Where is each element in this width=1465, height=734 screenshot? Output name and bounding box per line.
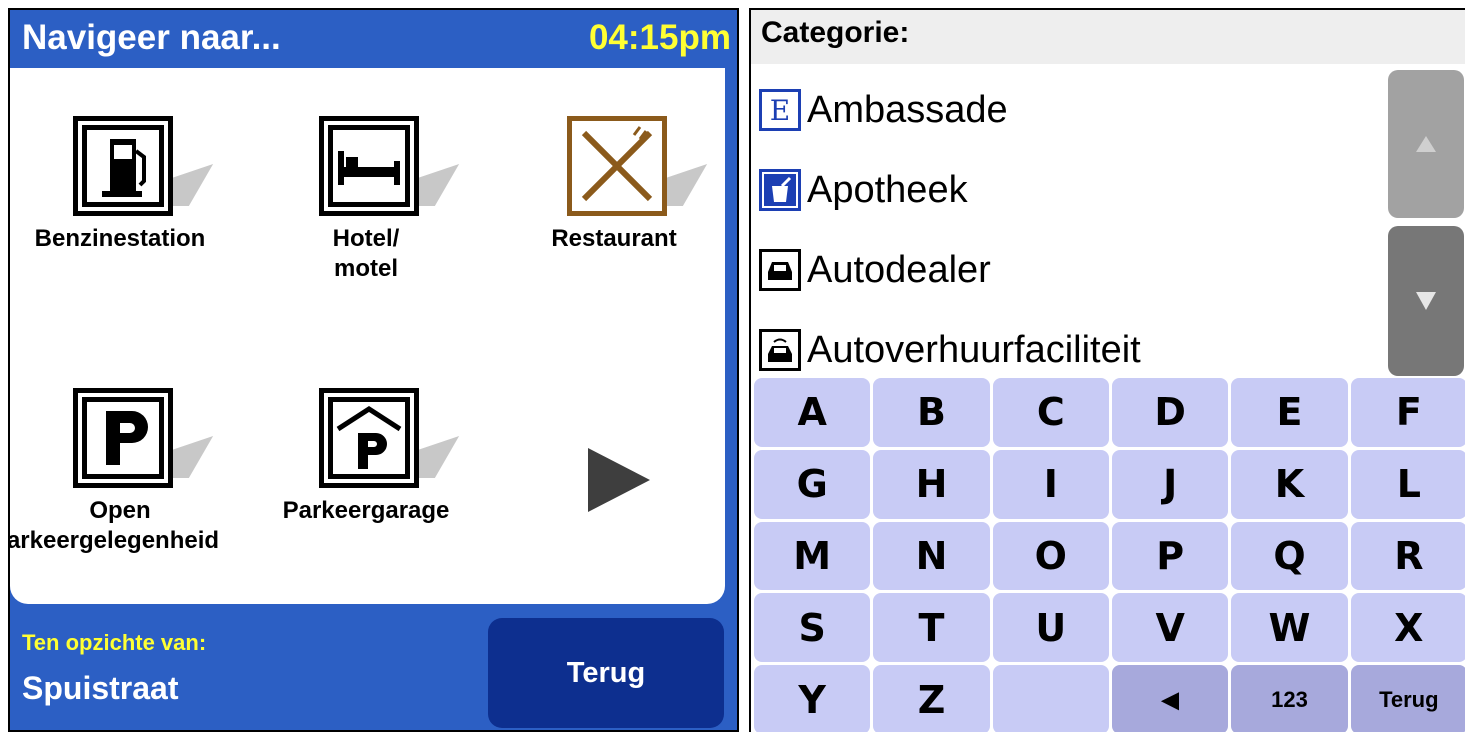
reference-label: Ten opzichte van: — [22, 630, 207, 655]
key-h[interactable]: H — [873, 449, 990, 519]
poi-restaurant[interactable]: Restaurant — [504, 116, 724, 254]
alphabet-keyboard: A B C D E F G H I J K L M N O P Q R S T … — [751, 378, 1465, 732]
clock: 04:15pm — [588, 18, 731, 57]
poi-parkeergarage[interactable]: Parkeergarage — [256, 388, 476, 526]
reference-location[interactable]: Spuistraat — [22, 670, 178, 707]
key-s[interactable]: S — [754, 593, 871, 663]
key-g[interactable]: G — [754, 449, 871, 519]
chevron-down-icon — [1416, 292, 1436, 310]
navigate-to-panel: Navigeer naar... 04:15pm Benzinestation — [8, 8, 739, 732]
parking-garage-icon — [319, 388, 419, 488]
embassy-icon: E — [759, 89, 801, 131]
key-blank — [992, 665, 1109, 732]
key-o[interactable]: O — [992, 521, 1109, 591]
arrow-right-icon[interactable] — [588, 448, 650, 512]
poi-open-parking[interactable]: Open Parkeergelegenheid — [10, 388, 230, 556]
poi-label: motel — [333, 255, 398, 282]
key-k[interactable]: K — [1231, 449, 1348, 519]
key-a[interactable]: A — [754, 378, 871, 447]
key-j[interactable]: J — [1112, 449, 1229, 519]
key-f[interactable]: F — [1350, 378, 1465, 447]
scroll-down-button[interactable] — [1388, 226, 1464, 376]
key-e[interactable]: E — [1231, 378, 1348, 447]
category-item-apotheek[interactable]: Apotheek — [751, 150, 1381, 230]
pharmacy-icon — [759, 169, 801, 211]
scroll-up-button[interactable] — [1388, 70, 1464, 218]
key-i[interactable]: I — [992, 449, 1109, 519]
key-t[interactable]: T — [873, 593, 990, 663]
key-y[interactable]: Y — [754, 665, 871, 732]
fuel-pump-icon — [73, 116, 173, 216]
poi-label: Hotel/ — [332, 225, 400, 252]
chevron-up-icon — [1416, 136, 1436, 152]
poi-label: Parkeergelegenheid — [10, 527, 220, 554]
backspace-icon: ◀ — [1161, 686, 1179, 712]
poi-label: Benzinestation — [34, 225, 206, 252]
key-r[interactable]: R — [1350, 521, 1465, 591]
key-z[interactable]: Z — [873, 665, 990, 732]
car-dealer-icon — [759, 249, 801, 291]
category-list: E Ambassade Apotheek Autodealer Autoverh… — [751, 70, 1381, 390]
key-q[interactable]: Q — [1231, 521, 1348, 591]
key-d[interactable]: D — [1112, 378, 1229, 447]
poi-hotel-motel[interactable]: Hotel/ motel — [256, 116, 476, 284]
category-label: Autoverhuurfaciliteit — [807, 328, 1141, 371]
category-label: Autodealer — [807, 248, 991, 291]
cutlery-icon — [567, 116, 667, 216]
key-w[interactable]: W — [1231, 593, 1348, 663]
key-b[interactable]: B — [873, 378, 990, 447]
key-l[interactable]: L — [1350, 449, 1465, 519]
category-header: Categorie: — [751, 10, 1465, 64]
key-u[interactable]: U — [992, 593, 1109, 663]
key-n[interactable]: N — [873, 521, 990, 591]
category-label: Ambassade — [807, 88, 1008, 131]
category-panel: Categorie: E Ambassade Apotheek Autodeal… — [749, 8, 1465, 732]
key-p[interactable]: P — [1112, 521, 1229, 591]
poi-label: Restaurant — [551, 225, 677, 252]
category-item-autodealer[interactable]: Autodealer — [751, 230, 1381, 310]
key-c[interactable]: C — [992, 378, 1109, 447]
bed-icon — [319, 116, 419, 216]
numeric-key[interactable]: 123 — [1231, 665, 1348, 732]
poi-benzinestation[interactable]: Benzinestation — [10, 116, 230, 254]
back-button[interactable]: Terug — [488, 618, 724, 728]
car-rental-icon — [759, 329, 801, 371]
keyboard-back-button[interactable]: Terug — [1350, 665, 1465, 732]
category-item-ambassade[interactable]: E Ambassade — [751, 70, 1381, 150]
poi-grid: Benzinestation Hotel/ motel Restaurant O… — [10, 68, 725, 604]
page-title: Navigeer naar... — [22, 18, 281, 57]
parking-icon — [73, 388, 173, 488]
key-v[interactable]: V — [1112, 593, 1229, 663]
category-label: Apotheek — [807, 168, 968, 211]
backspace-key[interactable]: ◀ — [1112, 665, 1229, 732]
poi-label: Open — [89, 497, 151, 524]
poi-label: Parkeergarage — [282, 497, 450, 524]
key-m[interactable]: M — [754, 521, 871, 591]
key-x[interactable]: X — [1350, 593, 1465, 663]
